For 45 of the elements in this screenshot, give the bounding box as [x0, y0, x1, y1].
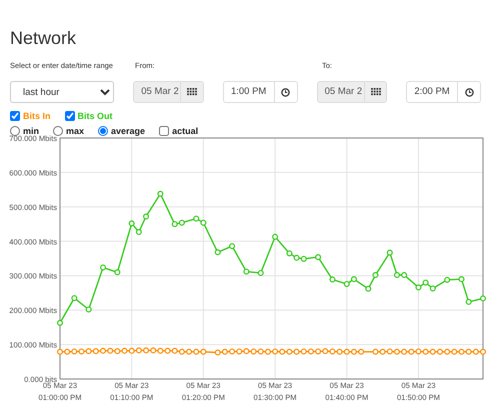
data-point: [466, 298, 472, 305]
data-point: [143, 214, 150, 220]
data-point: [272, 234, 278, 240]
series-checkbox[interactable]: [10, 111, 20, 121]
aggregation-label: max: [66, 126, 84, 136]
clock-icon: [464, 88, 474, 96]
date-field[interactable]: 05 Mar 2: [318, 82, 365, 102]
aggregation-checkbox[interactable]: [159, 126, 170, 136]
data-point: [157, 190, 164, 197]
data-point: [243, 268, 250, 275]
data-point: [444, 276, 450, 283]
data-point: [100, 264, 106, 270]
aggregation-label: min: [23, 126, 40, 136]
calendar-button[interactable]: [364, 82, 386, 102]
aggregation-label: actual: [172, 126, 198, 136]
data-point: [480, 295, 486, 302]
calendar-grid-icon: [370, 88, 381, 96]
page-title: Network: [10, 27, 78, 49]
data-point: [458, 276, 464, 282]
clock-icon: [281, 88, 290, 96]
aggregation-radio[interactable]: [98, 126, 108, 136]
data-point: [214, 249, 221, 256]
data-point: [71, 295, 78, 302]
calendar-grid-icon: [187, 88, 198, 96]
data-point: [57, 320, 63, 326]
range-dropdown[interactable]: last hour: [10, 81, 114, 103]
aggregation-label: average: [111, 126, 146, 136]
data-point: [258, 270, 264, 276]
data-point: [365, 286, 372, 292]
series-label: Bits In: [23, 111, 51, 121]
aggregation-radio[interactable]: [53, 126, 64, 136]
series-checkbox[interactable]: [64, 111, 75, 121]
data-point: [114, 269, 120, 276]
data-point: [386, 250, 393, 256]
data-point: [128, 220, 135, 226]
calendar-button[interactable]: [181, 82, 203, 102]
data-point: [136, 229, 142, 235]
date-field[interactable]: 05 Mar 2: [134, 82, 182, 102]
data-point: [229, 243, 236, 250]
data-point: [86, 306, 92, 312]
aggregation-radio[interactable]: [10, 126, 20, 136]
data-point: [315, 254, 322, 260]
data-point: [372, 272, 378, 278]
data-point: [329, 276, 336, 282]
series-label: Bits Out: [78, 111, 113, 121]
